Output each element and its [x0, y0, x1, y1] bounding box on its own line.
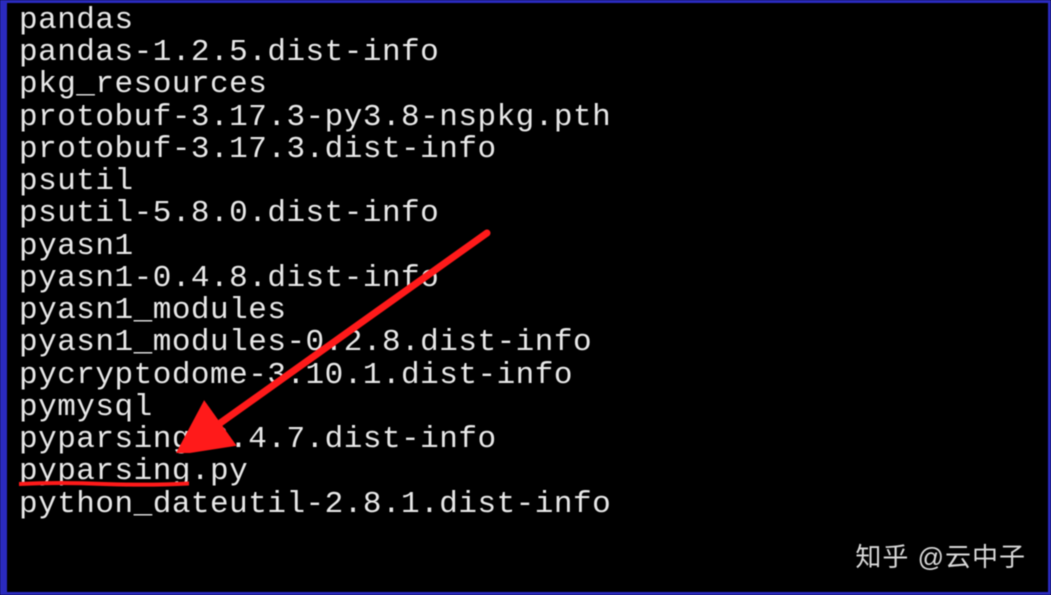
file-entry: psutil	[19, 166, 1048, 198]
file-entry: protobuf-3.17.3.dist-info	[19, 134, 1048, 166]
file-entry: pyasn1_modules	[19, 295, 1048, 327]
file-entry: pyasn1-0.4.8.dist-info	[19, 263, 1048, 295]
file-entry: pycryptodome-3.10.1.dist-info	[19, 360, 1048, 392]
file-entry: pyparsing.py	[19, 456, 1048, 488]
file-entry: psutil-5.8.0.dist-info	[19, 198, 1048, 230]
file-entry: pyparsing-2.4.7.dist-info	[19, 424, 1048, 456]
file-entry: pyasn1_modules-0.2.8.dist-info	[19, 327, 1048, 359]
terminal-output: pandas pandas-1.2.5.dist-info pkg_resour…	[7, 3, 1048, 521]
file-entry: pyasn1	[19, 231, 1048, 263]
file-entry: pandas	[19, 5, 1048, 37]
file-entry: pkg_resources	[19, 69, 1048, 101]
file-entry: python_dateutil-2.8.1.dist-info	[19, 489, 1048, 521]
file-entry: pandas-1.2.5.dist-info	[19, 37, 1048, 69]
file-entry: protobuf-3.17.3-py3.8-nspkg.pth	[19, 102, 1048, 134]
watermark-text: 知乎 @云中子	[855, 537, 1026, 574]
file-entry-highlighted: pymysql	[19, 392, 1048, 424]
